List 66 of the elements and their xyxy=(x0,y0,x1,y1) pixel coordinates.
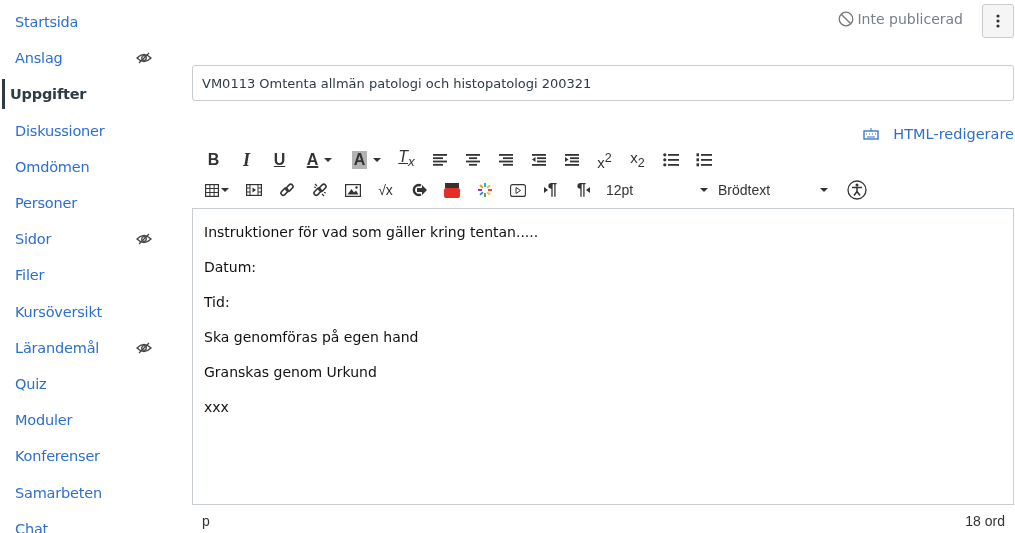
play-icon xyxy=(509,183,526,197)
table-icon xyxy=(205,183,219,197)
nav-link[interactable]: Filer xyxy=(2,260,45,291)
caret-icon xyxy=(820,188,828,192)
paragraph: xxx xyxy=(204,398,230,417)
caret-icon xyxy=(700,188,708,192)
indent-icon xyxy=(531,153,546,167)
list-icon xyxy=(695,153,712,167)
title-field[interactable]: VM0113 Omtenta allmän patologi och histopatologi 200321 xyxy=(192,65,1014,101)
more-icon xyxy=(996,14,1000,28)
superscript-button[interactable]: x$^{2}$ xyxy=(588,146,621,174)
nav-link[interactable]: Sidor xyxy=(2,224,52,255)
direction-icon xyxy=(586,187,591,193)
nav-link[interactable]: Omdömen xyxy=(2,151,90,182)
caret-icon xyxy=(221,188,229,192)
nav-link[interactable]: Diskussioner xyxy=(2,115,105,146)
nav-link[interactable]: Lärandemål xyxy=(2,332,100,363)
nav-link[interactable]: Personer xyxy=(2,188,77,219)
burst-icon xyxy=(476,182,493,198)
paragraph: Tid: xyxy=(204,293,231,312)
caret-icon xyxy=(373,158,382,162)
nav-link[interactable]: Samarbeten xyxy=(2,477,102,508)
nav-link[interactable]: Moduler xyxy=(2,405,73,436)
element-path[interactable]: p xyxy=(202,513,210,529)
nav-link[interactable]: Uppgifter xyxy=(2,79,87,110)
film-icon xyxy=(245,184,262,196)
nav-link[interactable]: Startsida xyxy=(2,7,79,38)
background-color-button[interactable]: A xyxy=(343,146,390,174)
dropdown-button[interactable]: 12pt xyxy=(602,176,712,204)
editor-area[interactable]: Instruktioner för vad som gäller kring tentan..... Datum: Tid: Ska genomföras på egen hand Granskas genom Urkund xxx xyxy=(192,208,1014,505)
paragraph: Instruktioner för vad som gäller kring tentan..... xyxy=(204,223,540,242)
align-icon xyxy=(498,153,513,167)
align-icon xyxy=(465,153,480,167)
status-text: Inte publicerad xyxy=(857,11,963,27)
paragraph: Datum: xyxy=(204,258,258,277)
clear-format-button[interactable]: T$_{x}$ xyxy=(390,146,423,174)
link-icon xyxy=(278,182,295,198)
image-icon xyxy=(344,183,361,197)
arrow-icon xyxy=(410,183,427,197)
nav-link[interactable]: Kursöversikt xyxy=(2,296,103,327)
accessibility-icon xyxy=(846,180,867,200)
direction-icon xyxy=(543,187,548,193)
ltr-button[interactable]: ¶ xyxy=(534,176,567,204)
rtl-button[interactable]: ¶ xyxy=(567,176,600,204)
italic-button[interactable]: I xyxy=(230,146,263,174)
dropdown-button[interactable]: Brödtext xyxy=(714,176,832,204)
underline-button[interactable]: U xyxy=(263,146,296,174)
nav-link[interactable]: Chat xyxy=(2,513,49,533)
keyboard-icon xyxy=(863,128,880,140)
list-icon xyxy=(662,153,679,167)
align-icon xyxy=(432,153,447,167)
caret-icon xyxy=(324,158,333,162)
subscript-button[interactable]: x$_{2}$ xyxy=(621,146,654,174)
bold-button[interactable]: B xyxy=(197,146,230,174)
nav-link[interactable]: Konferenser xyxy=(2,441,100,472)
paragraph: Ska genomföras på egen hand xyxy=(204,328,420,347)
nav-link[interactable]: Anslag xyxy=(2,43,63,74)
html-editor-link[interactable]: HTML-redigerare xyxy=(863,123,1014,145)
unlink-icon xyxy=(311,182,328,198)
word-count: 18 ord xyxy=(965,513,1005,529)
video-logo-icon xyxy=(443,182,460,198)
paragraph: Granskas genom Urkund xyxy=(204,363,378,382)
nav-link[interactable]: Quiz xyxy=(2,368,47,399)
indent-icon xyxy=(564,153,579,167)
text-color-button[interactable]: A xyxy=(296,146,343,174)
equation-button[interactable]: √x xyxy=(369,176,402,204)
